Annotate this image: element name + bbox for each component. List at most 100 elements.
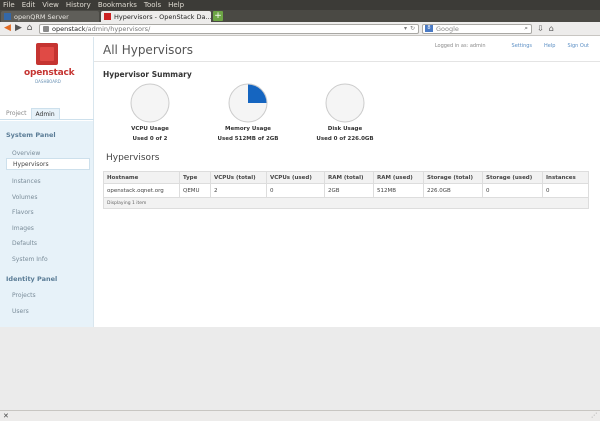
sidebar-item-images[interactable]: Images <box>12 225 34 232</box>
search-input[interactable]: 8 Google ⌕ <box>422 23 532 34</box>
browser-statusbar: ✕ ⋰ <box>0 410 600 421</box>
help-link[interactable]: Help <box>544 43 555 49</box>
col-vcpus-total[interactable]: VCPUs (total) <box>210 171 267 184</box>
search-icon[interactable]: ⌕ <box>524 24 528 33</box>
browser-tab-openqrm[interactable]: openQRM Server <box>1 11 99 22</box>
cell-vcpus-total: 2 <box>210 183 267 198</box>
col-storage-used[interactable]: Storage (used) <box>482 171 543 184</box>
memory-usage-pie: Memory Usage Used 512MB of 2GB <box>213 83 283 143</box>
page-background <box>0 327 600 410</box>
pie-label: Disk Usage <box>327 126 363 132</box>
tab-project[interactable]: Project <box>2 108 31 119</box>
page-header: All Hypervisors Logged in as: admin Sett… <box>94 37 600 62</box>
cell-instances: 0 <box>542 183 589 198</box>
openstack-favicon-icon <box>104 13 111 20</box>
resize-grip-icon[interactable]: ⋰ <box>591 412 597 419</box>
cell-ram-used: 512MB <box>373 183 424 198</box>
admin-panel: System Panel Overview Hypervisors Instan… <box>0 121 93 327</box>
sidebar: openstack DASHBOARD Project Admin System… <box>0 37 94 327</box>
home-button-icon[interactable]: ⌂ <box>549 24 554 33</box>
pie-detail: Used 0 of 2 <box>132 136 168 142</box>
browser-tab-hypervisors[interactable]: Hypervisors - OpenStack Da... ✕ <box>101 11 211 22</box>
col-vcpus-used[interactable]: VCPUs (used) <box>266 171 325 184</box>
col-instances[interactable]: Instances <box>542 171 589 184</box>
tab-title: openQRM Server <box>14 12 69 21</box>
vcpu-usage-pie: VCPU Usage Used 0 of 2 <box>115 83 185 143</box>
search-engine-icon[interactable]: 8 <box>425 25 433 32</box>
col-storage-total[interactable]: Storage (total) <box>423 171 483 184</box>
col-ram-total[interactable]: RAM (total) <box>324 171 374 184</box>
cell-vcpus-used: 0 <box>266 183 325 198</box>
cell-storage-used: 0 <box>482 183 543 198</box>
sidebar-item-users[interactable]: Users <box>12 308 29 315</box>
browser-menubar: File Edit View History Bookmarks Tools H… <box>0 0 600 10</box>
settings-link[interactable]: Settings <box>512 43 533 49</box>
sidebar-item-system-info[interactable]: System Info <box>12 256 48 263</box>
system-panel-title: System Panel <box>6 131 56 139</box>
pie-detail: Used 0 of 226.0GB <box>316 136 374 142</box>
menu-edit[interactable]: Edit <box>22 1 36 9</box>
table-footer: Displaying 1 item <box>103 197 589 209</box>
url-host: openstack <box>52 24 86 33</box>
user-info: Logged in as: admin Settings Help Sign O… <box>435 43 589 49</box>
reload-icon[interactable]: ↻ <box>410 25 415 32</box>
memory-pie-chart <box>228 83 268 123</box>
url-bar[interactable]: openstack/admin/hypervisors/ ▾ ↻ <box>39 23 419 34</box>
col-ram-used[interactable]: RAM (used) <box>373 171 424 184</box>
pie-used-slice <box>248 84 267 103</box>
col-type[interactable]: Type <box>179 171 211 184</box>
main-content: All Hypervisors Logged in as: admin Sett… <box>94 37 600 327</box>
sidebar-item-defaults[interactable]: Defaults <box>12 240 37 247</box>
search-placeholder: Google <box>436 24 459 33</box>
table-footer-row: Displaying 1 item <box>103 197 589 209</box>
hypervisors-section-title: Hypervisors <box>106 153 160 163</box>
menu-history[interactable]: History <box>66 1 91 9</box>
brand-name: openstack <box>24 68 75 78</box>
browser-tabbar: openQRM Server Hypervisors - OpenStack D… <box>0 10 600 22</box>
cell-storage-total: 226.0GB <box>423 183 483 198</box>
menu-help[interactable]: Help <box>168 1 184 9</box>
pie-detail: Used 512MB of 2GB <box>217 136 279 142</box>
pie-label: Memory Usage <box>224 126 272 132</box>
cell-ram-total: 2GB <box>324 183 374 198</box>
table-header-row: Hostname Type VCPUs (total) VCPUs (used)… <box>103 171 589 184</box>
forward-arrow-icon[interactable]: ▶ <box>13 23 24 34</box>
vcpu-pie-chart <box>130 83 170 123</box>
brand-subtitle: DASHBOARD <box>35 79 61 84</box>
summary-title: Hypervisor Summary <box>103 70 192 79</box>
menu-view[interactable]: View <box>42 1 59 9</box>
menu-tools[interactable]: Tools <box>144 1 161 9</box>
sidebar-item-projects[interactable]: Projects <box>12 292 36 299</box>
openstack-logo[interactable]: openstack DASHBOARD <box>24 43 75 95</box>
sidebar-item-overview[interactable]: Overview <box>12 150 40 157</box>
sidebar-item-instances[interactable]: Instances <box>12 178 41 185</box>
download-icon[interactable]: ⇩ <box>537 24 544 33</box>
browser-navbar: ◀ ▶ ⌂ openstack/admin/hypervisors/ ▾ ↻ 8… <box>0 22 600 36</box>
cell-type: QEMU <box>179 183 211 198</box>
sign-out-link[interactable]: Sign Out <box>567 43 589 49</box>
url-path: /admin/hypervisors/ <box>85 24 151 33</box>
back-arrow-icon[interactable]: ◀ <box>2 23 13 34</box>
menu-bookmarks[interactable]: Bookmarks <box>98 1 137 9</box>
close-findbar-icon[interactable]: ✕ <box>3 412 9 420</box>
menu-file[interactable]: File <box>3 1 15 9</box>
page-title: All Hypervisors <box>103 43 193 57</box>
identity-panel-title: Identity Panel <box>6 275 58 283</box>
logged-in-user: Logged in as: admin <box>434 43 486 49</box>
openqrm-favicon-icon <box>4 13 11 20</box>
tab-admin[interactable]: Admin <box>30 108 60 119</box>
site-identity-icon <box>43 25 49 32</box>
table-row: openstack.oqnet.org QEMU 2 0 2GB 512MB 2… <box>103 183 589 198</box>
pie-background <box>130 83 170 123</box>
sidebar-item-hypervisors[interactable]: Hypervisors <box>6 158 90 170</box>
dropdown-arrow-icon[interactable]: ▾ <box>404 25 407 32</box>
col-hostname[interactable]: Hostname <box>103 171 180 184</box>
pie-label: VCPU Usage <box>131 126 169 132</box>
hypervisors-table: Hostname Type VCPUs (total) VCPUs (used)… <box>103 171 589 209</box>
home-icon[interactable]: ⌂ <box>24 23 35 34</box>
cell-hostname: openstack.oqnet.org <box>103 183 180 198</box>
sidebar-item-volumes[interactable]: Volumes <box>12 194 37 201</box>
sidebar-item-flavors[interactable]: Flavors <box>12 209 34 216</box>
new-tab-button[interactable]: + <box>213 11 223 21</box>
disk-pie-chart <box>325 83 365 123</box>
